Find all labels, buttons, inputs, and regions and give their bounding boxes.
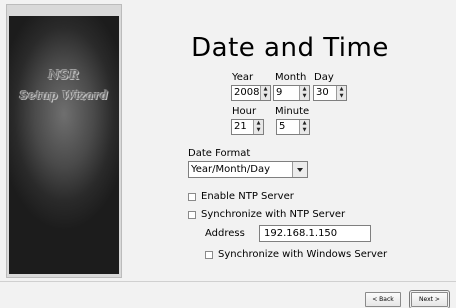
page-title: Date and Time xyxy=(191,33,389,63)
spin-down-icon[interactable]: ▼ xyxy=(300,127,309,134)
month-spin-arrows[interactable]: ▲ ▼ xyxy=(299,86,309,100)
enable-ntp-checkbox[interactable]: Enable NTP Server xyxy=(188,191,294,202)
date-format-value: Year/Month/Day xyxy=(191,164,270,175)
ntp-address-input[interactable]: 192.168.1.150 xyxy=(259,225,371,242)
month-label: Month xyxy=(275,72,307,83)
setup-wizard-window: NSR Setup Wizard Date and Time Year Mont… xyxy=(0,0,456,308)
chevron-down-icon xyxy=(297,167,303,172)
back-button[interactable]: < Back xyxy=(365,292,401,307)
sync-windows-checkbox[interactable]: Synchronize with Windows Server xyxy=(205,249,387,260)
minute-spinner[interactable]: 5 ▲ ▼ xyxy=(276,119,310,135)
spin-up-icon[interactable]: ▲ xyxy=(300,86,309,93)
spin-down-icon[interactable]: ▼ xyxy=(254,127,263,134)
hour-spinner[interactable]: 21 ▲ ▼ xyxy=(231,119,264,135)
address-label: Address xyxy=(205,228,245,239)
spin-up-icon[interactable]: ▲ xyxy=(254,120,263,127)
dropdown-arrow[interactable] xyxy=(292,162,307,177)
date-format-select[interactable]: Year/Month/Day xyxy=(188,161,308,178)
spin-down-icon[interactable]: ▼ xyxy=(337,93,346,100)
minute-value: 5 xyxy=(279,121,286,132)
hour-spin-arrows[interactable]: ▲ ▼ xyxy=(253,120,263,134)
day-label: Day xyxy=(314,72,334,83)
banner-wizard-name: Setup Wizard xyxy=(19,89,109,102)
banner-product-name: NSR xyxy=(48,68,80,82)
spin-down-icon[interactable]: ▼ xyxy=(300,93,309,100)
spin-up-icon[interactable]: ▲ xyxy=(261,86,270,93)
checkbox-box[interactable] xyxy=(188,210,196,219)
year-spin-arrows[interactable]: ▲ ▼ xyxy=(260,86,270,100)
month-value: 9 xyxy=(276,87,283,98)
minute-label: Minute xyxy=(275,106,310,117)
hour-label: Hour xyxy=(232,106,257,117)
sync-ntp-label: Synchronize with NTP Server xyxy=(201,209,346,220)
spin-up-icon[interactable]: ▲ xyxy=(337,86,346,93)
day-spin-arrows[interactable]: ▲ ▼ xyxy=(336,86,346,100)
sync-windows-label: Synchronize with Windows Server xyxy=(218,249,388,260)
date-format-label: Date Format xyxy=(188,148,251,159)
day-value: 30 xyxy=(316,87,329,98)
wizard-banner: NSR Setup Wizard xyxy=(9,16,119,274)
enable-ntp-label: Enable NTP Server xyxy=(201,191,294,202)
month-spinner[interactable]: 9 ▲ ▼ xyxy=(273,85,310,101)
hour-value: 21 xyxy=(234,121,247,132)
checkbox-box[interactable] xyxy=(188,192,196,201)
minute-spin-arrows[interactable]: ▲ ▼ xyxy=(299,120,309,134)
year-value: 2008 xyxy=(234,87,260,98)
next-button[interactable]: Next > xyxy=(409,290,450,308)
checkbox-box[interactable] xyxy=(205,250,213,259)
year-spinner[interactable]: 2008 ▲ ▼ xyxy=(231,85,271,101)
day-spinner[interactable]: 30 ▲ ▼ xyxy=(313,85,347,101)
spin-down-icon[interactable]: ▼ xyxy=(261,93,270,100)
year-label: Year xyxy=(232,72,254,83)
sync-ntp-checkbox[interactable]: Synchronize with NTP Server xyxy=(188,209,345,220)
spin-up-icon[interactable]: ▲ xyxy=(300,120,309,127)
footer-divider xyxy=(0,281,456,282)
